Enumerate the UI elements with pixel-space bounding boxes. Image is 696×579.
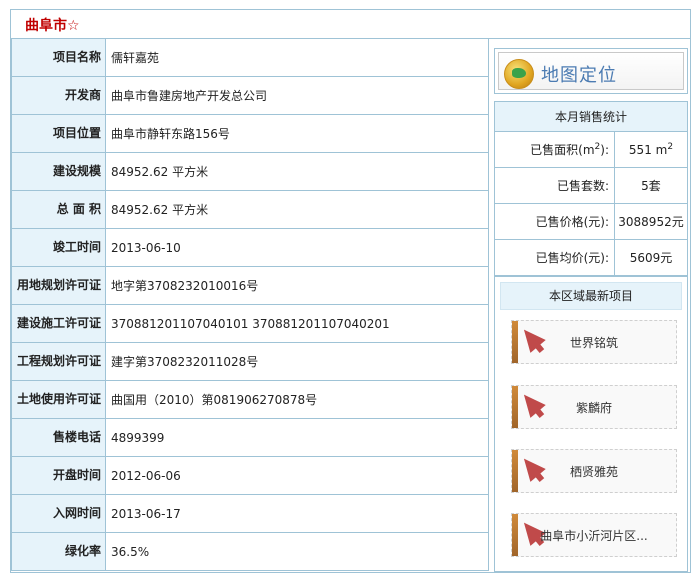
info-row: 建设施工许可证 370881201107040101 37088120110704… (11, 304, 489, 343)
info-row: 绿化率 36.5% (11, 532, 489, 571)
info-value: 地字第3708232010016号 (105, 266, 489, 305)
info-value: 曲阜市鲁建房地产开发总公司 (105, 76, 489, 115)
info-value: 建字第3708232011028号 (105, 342, 489, 381)
info-label: 售楼电话 (11, 418, 106, 457)
info-label: 项目名称 (11, 38, 106, 77)
info-label: 建设施工许可证 (11, 304, 106, 343)
info-value: 84952.62 平方米 (105, 190, 489, 229)
info-row: 竣工时间 2013-06-10 (11, 228, 489, 267)
map-location-button[interactable]: 地图定位 (494, 48, 688, 94)
info-value: 2013-06-17 (105, 494, 489, 533)
page-title: 曲阜市☆ (25, 18, 80, 34)
info-row: 土地使用许可证 曲国用（2010）第081906270878号 (11, 380, 489, 419)
project-panel: 曲阜市☆ 项目名称 儒轩嘉苑 开发商 曲阜市鲁建房地产开发总公司 项目位置 曲阜市静轩东路… (10, 9, 691, 573)
info-row: 工程规划许可证 建字第3708232011028号 (11, 342, 489, 381)
info-value: 84952.62 平方米 (105, 152, 489, 191)
panel-header: 曲阜市☆ (11, 10, 690, 39)
nearby-project-link[interactable]: 曲阜市小沂河片区... (511, 513, 677, 557)
info-value: 曲国用（2010）第081906270878号 (105, 380, 489, 419)
info-value: 儒轩嘉苑 (105, 38, 489, 77)
sold-area-label: 已售面积(m2): (494, 131, 615, 168)
info-label: 工程规划许可证 (11, 342, 106, 381)
nearby-project-link[interactable]: 紫麟府 (511, 385, 677, 429)
stat-row-area: 已售面积(m2): 551 m2 (494, 131, 688, 168)
info-row: 售楼电话 4899399 (11, 418, 489, 457)
info-label: 开发商 (11, 76, 106, 115)
info-row: 用地规划许可证 地字第3708232010016号 (11, 266, 489, 305)
info-row: 项目名称 儒轩嘉苑 (11, 38, 489, 77)
info-value: 曲阜市静轩东路156号 (105, 114, 489, 153)
info-row: 建设规模 84952.62 平方米 (11, 152, 489, 191)
map-button-inner[interactable]: 地图定位 (498, 52, 684, 90)
info-value: 2013-06-10 (105, 228, 489, 267)
sold-area-value: 551 m2 (614, 131, 688, 168)
info-value: 2012-06-06 (105, 456, 489, 495)
info-row: 总 面 积 84952.62 平方米 (11, 190, 489, 229)
sales-stats-table: 本月销售统计 已售面积(m2): 551 m2 已售套数: 5套 已售价格(元)… (494, 101, 688, 276)
nearby-project-name[interactable]: 曲阜市小沂河片区... (512, 527, 676, 544)
info-value: 370881201107040101 370881201107040201 (105, 304, 489, 343)
nearby-project-link[interactable]: 栖贤雅苑 (511, 449, 677, 493)
map-button-label: 地图定位 (541, 65, 617, 86)
info-row: 开盘时间 2012-06-06 (11, 456, 489, 495)
sold-units-value: 5套 (614, 167, 688, 204)
nearby-projects-box: 本区域最新项目 世界铭筑紫麟府栖贤雅苑曲阜市小沂河片区... (494, 276, 688, 572)
nearby-project-link[interactable]: 世界铭筑 (511, 320, 677, 364)
info-row: 项目位置 曲阜市静轩东路156号 (11, 114, 489, 153)
info-label: 绿化率 (11, 532, 106, 571)
nearby-project-name[interactable]: 栖贤雅苑 (512, 463, 676, 480)
stat-row-price: 已售价格(元): 3088952元 (494, 203, 688, 240)
nearby-project-name[interactable]: 世界铭筑 (512, 334, 676, 351)
globe-icon (504, 59, 534, 89)
info-label: 项目位置 (11, 114, 106, 153)
avg-price-label: 已售均价(元): (494, 239, 615, 276)
avg-price-value: 5609元 (614, 239, 688, 276)
info-label: 入网时间 (11, 494, 106, 533)
stat-row-units: 已售套数: 5套 (494, 167, 688, 204)
project-info-table: 项目名称 儒轩嘉苑 开发商 曲阜市鲁建房地产开发总公司 项目位置 曲阜市静轩东路156号建… (11, 38, 489, 571)
info-label: 开盘时间 (11, 456, 106, 495)
sold-price-value: 3088952元 (614, 203, 688, 240)
sales-stats-title: 本月销售统计 (494, 101, 688, 132)
stat-row-avg: 已售均价(元): 5609元 (494, 239, 688, 276)
info-label: 土地使用许可证 (11, 380, 106, 419)
info-row: 入网时间 2013-06-17 (11, 494, 489, 533)
info-label: 用地规划许可证 (11, 266, 106, 305)
sold-price-label: 已售价格(元): (494, 203, 615, 240)
info-label: 竣工时间 (11, 228, 106, 267)
nearby-projects-title: 本区域最新项目 (500, 282, 682, 310)
nearby-project-name[interactable]: 紫麟府 (512, 399, 676, 416)
info-row: 开发商 曲阜市鲁建房地产开发总公司 (11, 76, 489, 115)
info-label: 建设规模 (11, 152, 106, 191)
sold-units-label: 已售套数: (494, 167, 615, 204)
info-value: 4899399 (105, 418, 489, 457)
info-label: 总 面 积 (11, 190, 106, 229)
info-value: 36.5% (105, 532, 489, 571)
